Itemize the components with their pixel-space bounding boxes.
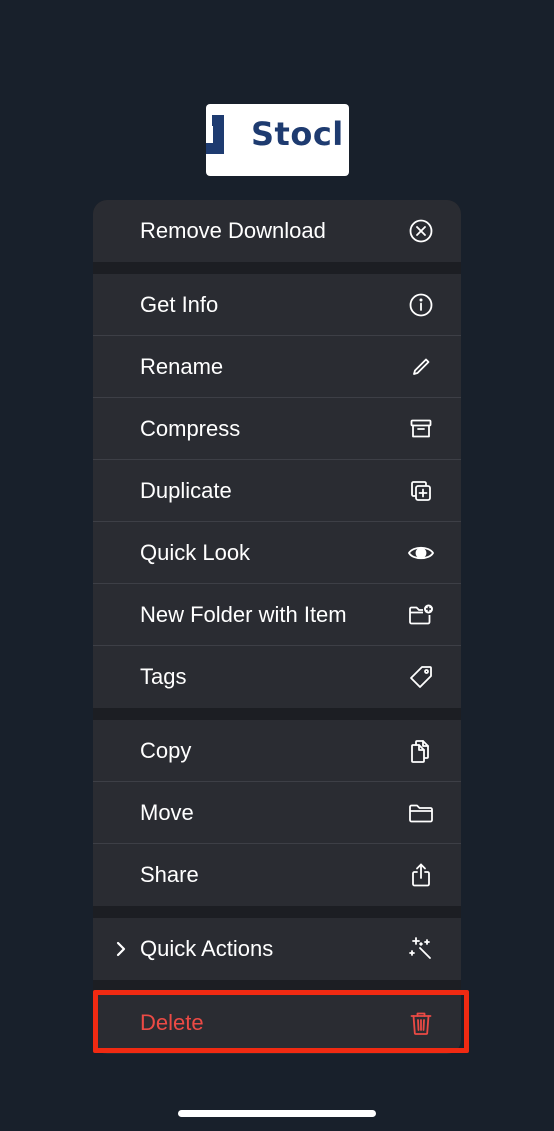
logo-mark-icon [206,115,224,154]
get-info-item[interactable]: Get Info [93,274,461,336]
archive-box-icon [406,414,436,444]
move-label: Move [140,799,194,825]
rename-label: Rename [140,353,224,379]
delete-label: Delete [140,1010,204,1035]
menu-group-actions: Quick Actions [93,918,461,980]
share-label: Share [140,862,199,887]
folder-plus-icon [406,600,436,630]
remove-download-label: Remove Download [140,218,326,243]
share-item[interactable]: Share [93,844,461,906]
trash-icon [406,1008,436,1038]
new-folder-label: New Folder with Item [140,601,347,627]
quick-actions-label: Quick Actions [140,936,274,961]
info-circle-icon [406,290,436,320]
sparkles-wand-icon [406,934,436,964]
quick-actions-item[interactable]: Quick Actions [93,918,461,980]
quick-look-label: Quick Look [140,539,251,565]
menu-separator [93,906,461,918]
tags-item[interactable]: Tags [93,646,461,708]
chevron-right-icon [113,940,129,958]
compress-item[interactable]: Compress [93,398,461,460]
menu-group-file: Get Info Rename Compress Duplicate Quick… [93,274,461,708]
rename-item[interactable]: Rename [93,336,461,398]
copy-item[interactable]: Copy [93,720,461,782]
duplicate-label: Duplicate [140,477,232,503]
quick-look-item[interactable]: Quick Look [93,522,461,584]
menu-separator [93,708,461,720]
eye-icon [406,538,436,568]
file-thumbnail: Stocl [206,104,349,176]
remove-download-item[interactable]: Remove Download [93,200,461,262]
duplicate-item[interactable]: Duplicate [93,460,461,522]
context-menu: Remove Download Get Info Rename Compress… [93,200,461,1054]
get-info-label: Get Info [140,291,219,317]
x-circle-icon [406,216,436,246]
duplicate-plus-icon [406,476,436,506]
tag-icon [406,662,436,692]
pencil-icon [406,352,436,382]
move-item[interactable]: Move [93,782,461,844]
folder-icon [406,798,436,828]
menu-separator [93,980,461,992]
menu-group-download: Remove Download [93,200,461,262]
copy-label: Copy [140,737,192,763]
menu-group-transfer: Copy Move Share [93,720,461,906]
compress-label: Compress [140,415,241,441]
copy-document-icon [406,736,436,766]
menu-separator [93,262,461,274]
share-icon [406,860,436,890]
menu-group-delete: Delete [93,992,461,1054]
new-folder-with-item[interactable]: New Folder with Item [93,584,461,646]
home-indicator[interactable] [178,1110,376,1117]
thumbnail-logo-text: Stocl [251,115,344,153]
tags-label: Tags [140,664,187,689]
delete-item[interactable]: Delete [93,992,461,1054]
